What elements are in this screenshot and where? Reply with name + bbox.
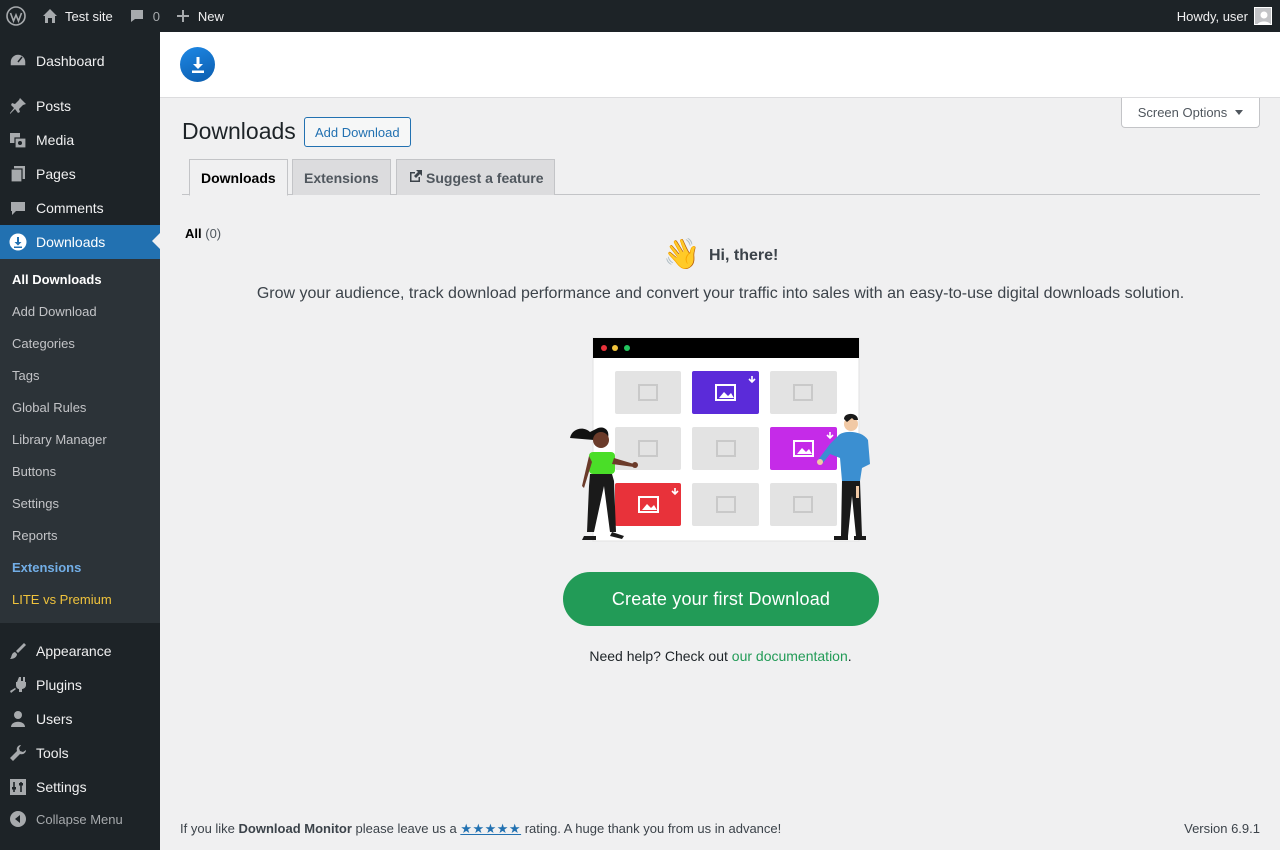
admin-sidebar: Dashboard Posts Media Pages Comments Dow… bbox=[0, 32, 160, 850]
tab-label: Extensions bbox=[304, 169, 379, 186]
rating-stars-link[interactable]: ★★★★★ bbox=[460, 821, 521, 836]
comments-count: 0 bbox=[152, 8, 160, 24]
waving-hand-emoji: 👋 bbox=[663, 238, 701, 271]
version-text: Version 6.9.1 bbox=[1184, 821, 1260, 836]
plugin-icon bbox=[0, 676, 36, 694]
collapse-menu-button[interactable]: Collapse Menu bbox=[0, 802, 160, 836]
submenu-lite-vs-premium[interactable]: LITE vs Premium bbox=[12, 591, 112, 609]
submenu-add-download[interactable]: Add Download bbox=[12, 303, 97, 321]
sidebar-item-label: Comments bbox=[36, 200, 104, 216]
help-suffix: . bbox=[847, 648, 852, 664]
sidebar-item-label: Plugins bbox=[36, 677, 82, 693]
page-title: Downloads bbox=[182, 118, 296, 144]
howdy-text: Howdy, user bbox=[1176, 8, 1248, 24]
help-text: Need help? Check out our documentation. bbox=[160, 648, 1280, 664]
create-first-download-button[interactable]: Create your first Download bbox=[563, 572, 879, 626]
user-icon bbox=[0, 710, 36, 728]
collapse-icon bbox=[0, 810, 36, 828]
sliders-icon bbox=[0, 778, 36, 796]
pin-icon bbox=[0, 97, 36, 115]
submenu-extensions[interactable]: Extensions bbox=[12, 559, 81, 577]
admin-bar: Test site 0 New Howdy, user bbox=[0, 0, 1280, 32]
sidebar-item-downloads[interactable]: Downloads bbox=[0, 225, 160, 259]
sidebar-item-label: Tools bbox=[36, 745, 69, 761]
screen-options-label: Screen Options bbox=[1137, 105, 1228, 120]
site-name-link[interactable]: Test site bbox=[34, 0, 121, 32]
add-download-button[interactable]: Add Download bbox=[304, 117, 411, 147]
nav-tabs: Downloads Extensions Suggest a feature bbox=[182, 158, 1260, 196]
footer-rating-text: If you like Download Monitor please leav… bbox=[180, 821, 781, 837]
sidebar-item-pages[interactable]: Pages bbox=[0, 157, 160, 191]
submenu-library-manager[interactable]: Library Manager bbox=[12, 431, 107, 449]
external-link-icon bbox=[408, 169, 426, 187]
sidebar-item-users[interactable]: Users bbox=[0, 702, 160, 736]
submenu-all-downloads[interactable]: All Downloads bbox=[12, 271, 102, 289]
screen-options-toggle[interactable]: Screen Options bbox=[1121, 98, 1260, 128]
sidebar-item-label: Pages bbox=[36, 166, 76, 182]
footer-suffix: rating. A huge thank you from us in adva… bbox=[521, 821, 782, 836]
tab-suggest-feature[interactable]: Suggest a feature bbox=[396, 159, 556, 195]
sidebar-item-media[interactable]: Media bbox=[0, 123, 160, 157]
greeting-text: Hi, there! bbox=[709, 247, 779, 264]
comment-icon bbox=[129, 8, 145, 24]
submenu-settings[interactable]: Settings bbox=[12, 495, 59, 513]
sidebar-item-label: Downloads bbox=[36, 234, 106, 250]
sidebar-item-label: Users bbox=[36, 711, 73, 727]
tab-label: Suggest a feature bbox=[426, 169, 544, 186]
documentation-link[interactable]: our documentation bbox=[732, 648, 848, 664]
sidebar-item-posts[interactable]: Posts bbox=[0, 89, 160, 123]
wordpress-logo-icon[interactable] bbox=[0, 0, 34, 32]
tab-label: Downloads bbox=[201, 169, 276, 186]
media-icon bbox=[0, 131, 36, 149]
downloads-submenu: All Downloads Add Download Categories Ta… bbox=[0, 259, 160, 623]
tagline-text: Grow your audience, track download perfo… bbox=[256, 285, 1185, 302]
help-prefix: Need help? Check out bbox=[589, 648, 732, 664]
submenu-categories[interactable]: Categories bbox=[12, 335, 75, 353]
submenu-reports[interactable]: Reports bbox=[12, 527, 58, 545]
download-icon bbox=[0, 233, 36, 251]
my-account[interactable]: Howdy, user bbox=[1177, 0, 1272, 32]
filter-all-count: (0) bbox=[205, 226, 222, 241]
sidebar-item-appearance[interactable]: Appearance bbox=[0, 634, 160, 668]
submenu-tags[interactable]: Tags bbox=[12, 367, 39, 385]
avatar bbox=[1254, 7, 1272, 25]
sidebar-item-label: Appearance bbox=[36, 643, 112, 659]
sidebar-item-label: Media bbox=[36, 132, 75, 148]
sidebar-item-plugins[interactable]: Plugins bbox=[0, 668, 160, 702]
plus-icon bbox=[176, 9, 190, 23]
plugin-header bbox=[160, 32, 1280, 98]
comments-link[interactable]: 0 bbox=[121, 0, 168, 32]
home-icon bbox=[42, 8, 58, 24]
sidebar-item-label: Posts bbox=[36, 98, 72, 114]
sidebar-item-tools[interactable]: Tools bbox=[0, 736, 160, 770]
caret-down-icon bbox=[1235, 110, 1244, 115]
downloads-illustration bbox=[570, 337, 870, 542]
download-monitor-logo-icon bbox=[180, 47, 215, 82]
sidebar-item-settings[interactable]: Settings bbox=[0, 770, 160, 804]
new-label: New bbox=[197, 8, 224, 24]
sidebar-item-label: Collapse Menu bbox=[36, 811, 123, 827]
brush-icon bbox=[0, 642, 36, 660]
pages-icon bbox=[0, 165, 36, 183]
submenu-buttons[interactable]: Buttons bbox=[12, 463, 56, 481]
tab-extensions[interactable]: Extensions bbox=[292, 159, 391, 195]
footer-plugin-name: Download Monitor bbox=[238, 821, 352, 836]
footer-middle: please leave us a bbox=[351, 821, 461, 836]
filter-all-link[interactable]: All (0) bbox=[185, 226, 221, 241]
comment-icon bbox=[0, 199, 36, 217]
sidebar-item-label: Settings bbox=[36, 779, 87, 795]
new-content-link[interactable]: New bbox=[168, 0, 232, 32]
site-name: Test site bbox=[65, 8, 113, 24]
sidebar-item-comments[interactable]: Comments bbox=[0, 191, 160, 225]
sidebar-item-label: Dashboard bbox=[36, 53, 105, 69]
dashboard-icon bbox=[0, 52, 36, 70]
submenu-global-rules[interactable]: Global Rules bbox=[12, 399, 86, 417]
filter-all-label: All bbox=[185, 226, 202, 241]
tab-downloads[interactable]: Downloads bbox=[189, 159, 288, 196]
sidebar-item-dashboard[interactable]: Dashboard bbox=[0, 44, 160, 78]
wrench-icon bbox=[0, 744, 36, 762]
footer-prefix: If you like bbox=[180, 821, 239, 836]
